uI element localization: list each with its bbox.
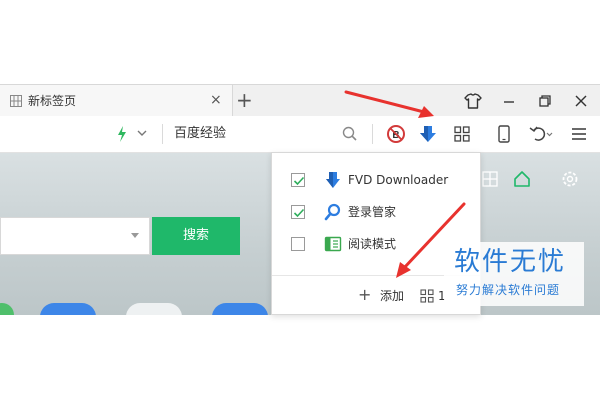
- home-icon[interactable]: [512, 169, 532, 189]
- extensions-grid-icon[interactable]: [452, 124, 472, 144]
- close-window-icon[interactable]: [570, 91, 592, 111]
- fvd-downloader-icon: [326, 172, 340, 188]
- add-extension-plus[interactable]: +: [358, 286, 371, 304]
- grid-icon: [10, 95, 22, 107]
- extensions-grid-icon[interactable]: [420, 289, 434, 303]
- settings-gear-icon[interactable]: [560, 169, 580, 189]
- extension-label: FVD Downloader: [348, 173, 449, 187]
- address-toolbar: 百度经验 B: [0, 116, 600, 153]
- new-tab-button[interactable]: +: [236, 89, 253, 111]
- add-extension-button[interactable]: 添加: [380, 288, 404, 304]
- undo-icon[interactable]: [528, 124, 554, 144]
- tab-close-button[interactable]: ×: [210, 92, 222, 108]
- restore-icon[interactable]: [534, 91, 556, 111]
- extension-checkbox[interactable]: [291, 205, 305, 219]
- shortcut-tile[interactable]: [126, 303, 182, 315]
- chevron-down-icon[interactable]: [136, 126, 148, 140]
- tab-title: 新标签页: [28, 94, 77, 108]
- menu-icon[interactable]: [569, 124, 589, 144]
- ad-block-icon[interactable]: B: [386, 124, 406, 144]
- login-manager-icon: [324, 203, 341, 221]
- search-button[interactable]: 搜索: [152, 217, 240, 255]
- search-icon[interactable]: [340, 124, 360, 144]
- minimize-icon[interactable]: [498, 91, 520, 111]
- tab-bar: 新标签页 × +: [0, 84, 600, 117]
- speed-mode-icon[interactable]: [116, 125, 128, 143]
- toolbar-divider: [162, 124, 163, 144]
- dropdown-arrow-icon[interactable]: [131, 233, 139, 238]
- shortcut-tile[interactable]: [40, 303, 96, 315]
- address-input[interactable]: 百度经验: [174, 125, 226, 143]
- watermark-subtitle: 努力解决软件问题: [456, 283, 561, 297]
- extension-label: 阅读模式: [348, 237, 397, 251]
- watermark-title: 软件无忧: [454, 247, 567, 277]
- watermark: 软件无忧 努力解决软件问题: [444, 242, 584, 306]
- grid-view-icon[interactable]: [480, 169, 500, 189]
- mobile-phone-icon[interactable]: [494, 124, 514, 144]
- extension-label: 登录管家: [348, 205, 397, 219]
- extension-item-fvd-downloader[interactable]: FVD Downloader: [272, 165, 482, 195]
- screenshot: 新标签页 × + 百度经验 B 搜索 FVD Downloader 登录管家 阅…: [0, 0, 600, 400]
- tab-new-tab-page[interactable]: 新标签页 ×: [0, 85, 233, 117]
- reading-mode-icon: [324, 236, 342, 252]
- search-input[interactable]: [0, 217, 150, 255]
- extension-checkbox[interactable]: [291, 173, 305, 187]
- shortcut-tile[interactable]: [212, 303, 268, 315]
- toolbar-divider: [372, 124, 373, 144]
- skin-shirt-icon[interactable]: [462, 91, 484, 111]
- extension-item-login-manager[interactable]: 登录管家: [272, 197, 482, 227]
- download-arrow-icon[interactable]: [418, 124, 438, 144]
- extension-checkbox[interactable]: [291, 237, 305, 251]
